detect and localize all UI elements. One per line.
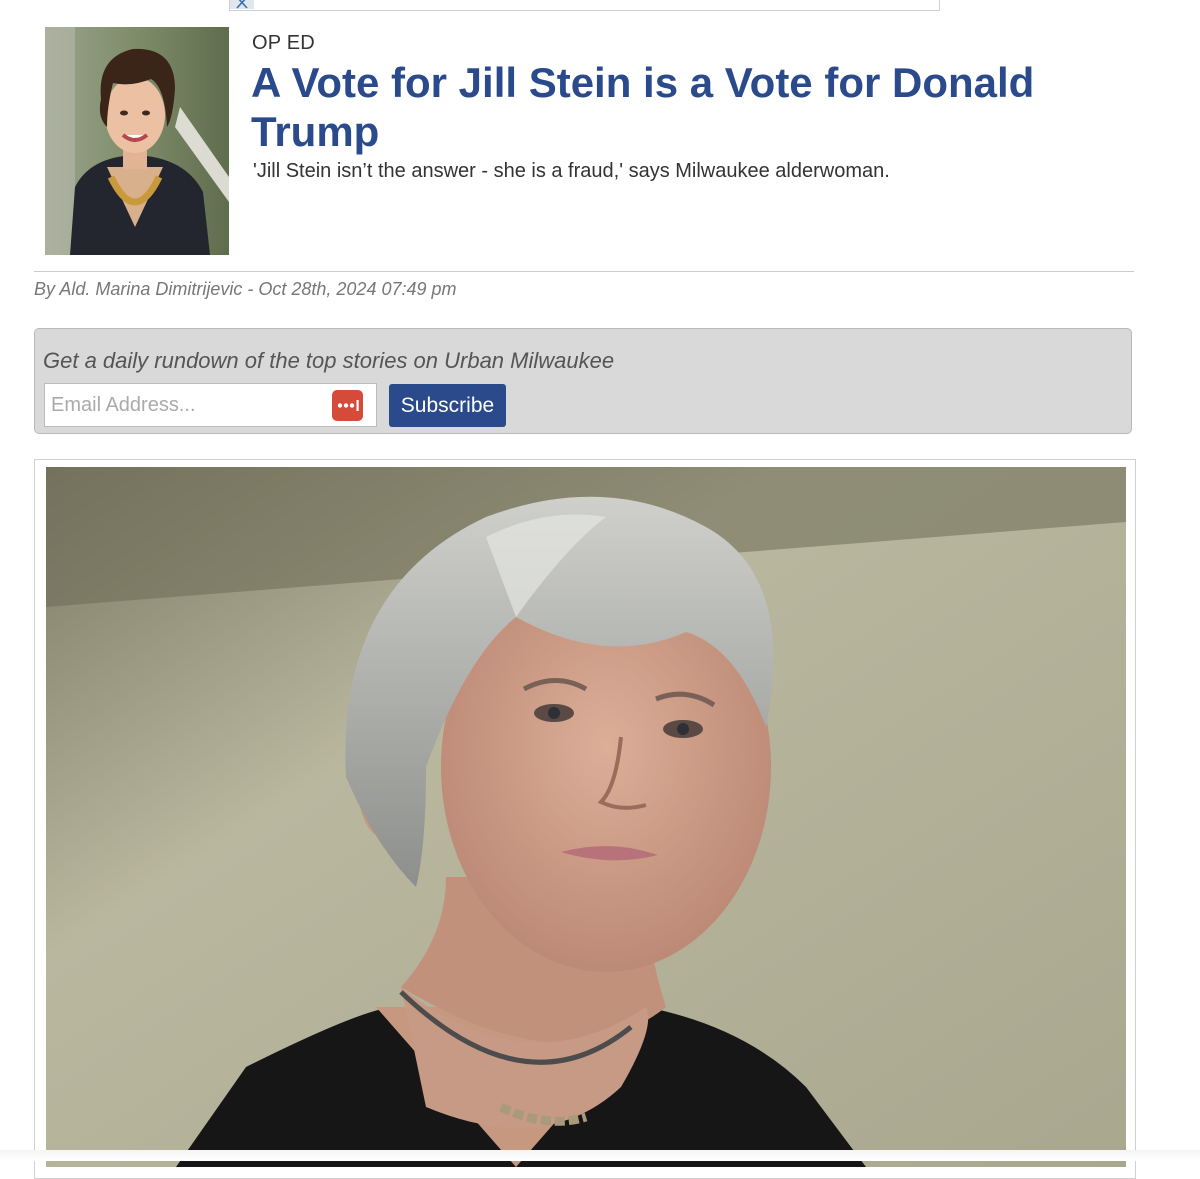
password-manager-icon[interactable] <box>332 390 363 421</box>
subscribe-button[interactable]: Subscribe <box>389 384 506 427</box>
article-subtitle: 'Jill Stein isn’t the answer - she is a … <box>253 160 890 182</box>
featured-image <box>46 467 1126 1167</box>
newsletter-prompt: Get a daily rundown of the top stories o… <box>43 348 615 373</box>
author-headshot <box>45 27 229 255</box>
email-field[interactable] <box>44 383 377 427</box>
featured-image-frame <box>34 459 1136 1179</box>
newsletter-signup-box: Get a daily rundown of the top stories o… <box>34 328 1132 434</box>
divider <box>34 271 1134 272</box>
page-fade <box>0 1150 1200 1161</box>
article-title: A Vote for Jill Stein is a Vote for Dona… <box>251 59 1035 155</box>
byline: By Ald. Marina Dimitrijevic - Oct 28th, … <box>34 279 457 299</box>
ad-banner-strip <box>229 0 940 11</box>
email-input[interactable] <box>51 392 321 418</box>
close-ad-icon[interactable] <box>230 0 254 9</box>
article-category[interactable]: OP ED <box>252 32 315 55</box>
